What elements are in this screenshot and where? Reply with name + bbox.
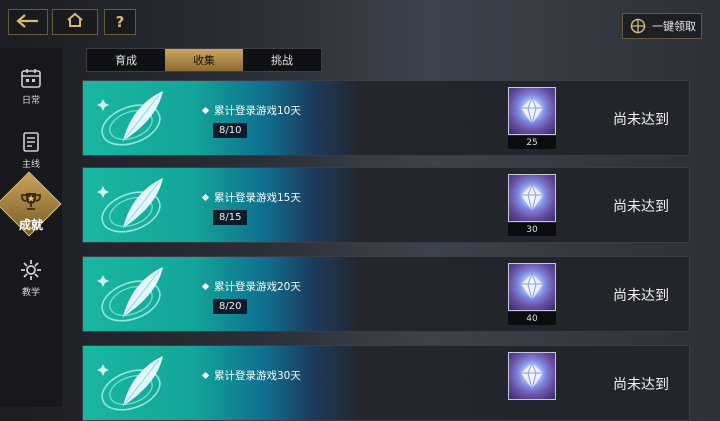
achievement-status: 尚未达到 xyxy=(613,288,669,304)
help-button[interactable]: ? xyxy=(104,9,136,35)
achievement-title: 累计登录游戏15天 xyxy=(214,192,301,204)
checklist-icon xyxy=(19,130,43,154)
top-bar: ? 一键领取 xyxy=(0,0,720,40)
help-label: ? xyxy=(115,13,125,31)
tab-cultivate[interactable]: 育成 xyxy=(87,49,165,71)
achievement-status: 尚未达到 xyxy=(613,112,669,128)
trophy-icon xyxy=(19,189,43,213)
reward-count: 40 xyxy=(508,312,556,325)
reward-count: 30 xyxy=(508,223,556,236)
claim-all-label: 一键领取 xyxy=(652,20,696,33)
achievement-status: 尚未达到 xyxy=(613,377,669,393)
claim-all-icon xyxy=(630,18,646,34)
feather-emblem-icon xyxy=(97,356,163,411)
sidebar-item-achievement[interactable]: 成就 xyxy=(0,171,62,244)
tab-challenge[interactable]: 挑战 xyxy=(243,49,321,71)
back-button[interactable] xyxy=(8,9,48,35)
bullet-icon xyxy=(201,193,210,202)
achievement-card: 累计登录游戏15天 8/15 30 尚未达到 xyxy=(82,167,690,243)
achievement-title-row: 累计登录游戏30天 xyxy=(201,368,301,383)
tab-label: 挑战 xyxy=(271,54,293,67)
achievement-title: 累计登录游戏10天 xyxy=(214,105,301,117)
crystal-reward-icon xyxy=(508,87,556,135)
achievement-title-row: 累计登录游戏20天 xyxy=(201,279,301,294)
claim-all-button[interactable]: 一键领取 xyxy=(622,13,702,39)
achievement-title-row: 累计登录游戏15天 xyxy=(201,190,301,205)
sidebar-item-daily[interactable]: 日常 xyxy=(0,56,62,116)
sidebar-item-label: 日常 xyxy=(21,96,40,106)
achievement-progress: 8/20 xyxy=(213,299,248,314)
gear-icon xyxy=(19,258,43,282)
tab-label: 育成 xyxy=(115,54,137,67)
reward-item[interactable]: 25 xyxy=(508,87,558,149)
calendar-icon xyxy=(19,66,43,90)
sidebar-item-main[interactable]: 主线 xyxy=(0,120,62,180)
bullet-icon xyxy=(201,282,210,291)
sidebar-item-label: 主线 xyxy=(21,160,40,170)
bullet-icon xyxy=(201,106,210,115)
sidebar-item-label: 教学 xyxy=(21,288,40,298)
reward-item[interactable]: 30 xyxy=(508,174,558,236)
achievement-title: 累计登录游戏20天 xyxy=(214,281,301,293)
crystal-reward-icon xyxy=(508,174,556,222)
achievement-title-row: 累计登录游戏10天 xyxy=(201,103,301,118)
sidebar-item-label: 成就 xyxy=(18,218,43,232)
reward-item[interactable] xyxy=(508,352,558,414)
achievement-progress: 8/10 xyxy=(213,123,248,138)
tab-collect[interactable]: 收集 xyxy=(165,49,243,71)
achievement-title: 累计登录游戏30天 xyxy=(214,370,301,382)
feather-emblem-icon xyxy=(97,178,163,233)
back-arrow-icon xyxy=(16,13,40,32)
achievement-card: 累计登录游戏30天 尚未达到 xyxy=(82,345,690,421)
home-button[interactable] xyxy=(52,9,98,35)
sidebar: 日常 主线 成就 教学 xyxy=(0,48,62,407)
bullet-icon xyxy=(201,371,210,380)
home-icon xyxy=(66,12,84,32)
crystal-reward-icon xyxy=(508,263,556,311)
sidebar-item-tutorial[interactable]: 教学 xyxy=(0,248,62,308)
reward-count: 25 xyxy=(508,136,556,149)
crystal-reward-icon xyxy=(508,352,556,400)
achievement-card: 累计登录游戏10天 8/10 25 尚未达到 xyxy=(82,80,690,156)
feather-emblem-icon xyxy=(97,267,163,322)
feather-emblem-icon xyxy=(97,91,163,146)
category-tabs: 育成 收集 挑战 xyxy=(86,48,322,72)
achievement-status: 尚未达到 xyxy=(613,199,669,215)
achievement-progress: 8/15 xyxy=(213,210,248,225)
reward-item[interactable]: 40 xyxy=(508,263,558,325)
achievement-card: 累计登录游戏20天 8/20 40 尚未达到 xyxy=(82,256,690,332)
tab-label: 收集 xyxy=(193,54,215,67)
